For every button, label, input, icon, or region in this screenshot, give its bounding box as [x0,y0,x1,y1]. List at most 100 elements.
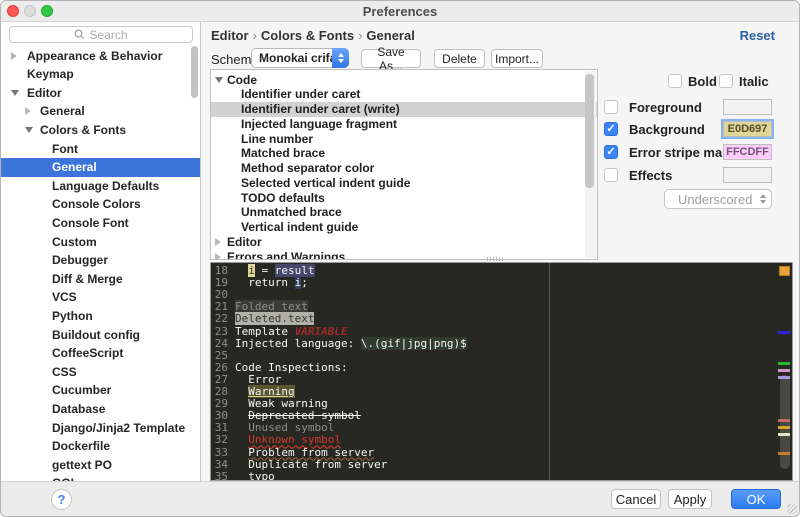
sidebar-item[interactable]: CoffeeScript [1,344,200,363]
sidebar-item-label: Debugger [52,253,109,268]
attribute-item[interactable]: Unmatched brace [211,205,597,220]
sidebar-item-label: Keymap [27,67,74,82]
import-button[interactable]: Import... [491,49,543,68]
help-button[interactable]: ? [51,489,72,510]
select-stepper-icon [760,194,766,204]
sidebar-item[interactable]: Python [1,306,200,325]
sidebar-item[interactable]: Diff & Merge [1,269,200,288]
sidebar-item[interactable]: General [1,157,200,177]
chevron-right-icon[interactable] [215,252,221,259]
attribute-item[interactable]: Matched brace [211,146,597,161]
attribute-item[interactable]: Identifier under caret (write) [211,101,597,117]
line-number: 23 [214,324,228,338]
foreground-swatch[interactable] [723,99,772,115]
attribute-item-label: Unmatched brace [241,205,342,220]
cancel-button[interactable]: Cancel [611,489,661,509]
background-checkbox[interactable]: ✓ [604,122,618,136]
sidebar-item-label: Custom [52,234,97,249]
foreground-label: Foreground [629,100,702,115]
breadcrumb-general: General [366,28,415,43]
sidebar-item[interactable]: Editor [1,83,200,102]
sidebar-item[interactable]: Debugger [1,251,200,270]
preview-segment-caret-write: i [248,264,255,277]
line-number: 24 [214,336,228,350]
apply-button[interactable]: Apply [668,489,712,509]
effects-swatch[interactable] [723,167,772,183]
preview-segment-error: Error [248,372,282,386]
line-number: 25 [214,348,228,362]
sidebar-item[interactable]: Colors & Fonts [1,120,200,139]
attribute-item[interactable]: Injected language fragment [211,116,597,131]
attribute-item-label: Editor [227,234,262,249]
search-input[interactable]: Search [9,26,193,43]
sidebar-scrollbar-thumb[interactable] [191,46,198,98]
sidebar-item[interactable]: Console Font [1,213,200,232]
sidebar-item[interactable]: Language Defaults [1,176,200,195]
background-label: Background [629,122,705,137]
error-stripe-mark [778,419,790,422]
sidebar-item[interactable]: Appearance & Behavior [1,46,200,65]
resize-grip[interactable] [787,504,797,514]
attribute-item[interactable]: Line number [211,131,597,146]
effects-label: Effects [629,168,673,183]
attribute-item-label: Identifier under caret [241,87,361,102]
delete-button[interactable]: Delete [434,49,485,68]
foreground-checkbox[interactable] [604,100,618,114]
sidebar-item-label: Appearance & Behavior [27,48,163,63]
error-stripe-column[interactable] [776,263,792,480]
main-content: Editor › Colors & Fonts › General Reset Sche… [202,22,799,481]
preview-segment-injected: \.(gif|jpg|png)$ [360,336,467,350]
breadcrumb-colors-fonts[interactable]: Colors & Fonts [261,28,354,43]
save-as-button[interactable]: Save As... [361,45,421,73]
error-stripe-mark [778,376,790,379]
attribute-item[interactable]: Editor [211,234,597,249]
error-stripe-swatch[interactable]: FFCDFF [723,144,772,160]
sidebar-item[interactable]: GQL [1,474,200,481]
attribute-item[interactable]: Identifier under caret [211,87,597,102]
attribute-item[interactable]: TODO defaults [211,190,597,205]
attribute-item-label: Code [227,72,257,87]
effects-checkbox[interactable] [604,168,618,182]
attribute-item[interactable]: Method separator color [211,161,597,176]
ok-button[interactable]: OK [731,489,781,509]
bold-checkbox[interactable] [668,74,682,88]
sidebar-item[interactable]: Font [1,139,200,158]
sidebar-item[interactable]: General [1,102,200,121]
sidebar-item[interactable]: CSS [1,362,200,381]
sidebar-item[interactable]: Console Colors [1,195,200,214]
attribute-item[interactable]: Vertical indent guide [211,220,597,235]
attribute-item[interactable]: Code [211,72,597,87]
sidebar-item[interactable]: Buildout config [1,325,200,344]
sidebar-item[interactable]: Django/Jinja2 Template [1,418,200,437]
sidebar-item[interactable]: Keymap [1,65,200,84]
attribute-scrollbar-thumb[interactable] [585,74,594,188]
error-stripe-checkbox[interactable]: ✓ [604,145,618,159]
sidebar-item[interactable]: Database [1,399,200,418]
chevron-down-icon[interactable] [11,89,19,96]
sidebar-item[interactable]: Custom [1,232,200,251]
scheme-select[interactable]: Monokai crifan [251,48,349,68]
background-swatch[interactable]: E0D697 [721,119,774,139]
attribute-item-label: Vertical indent guide [241,220,359,234]
titlebar: Preferences [1,1,799,22]
splitter-grip-icon[interactable] [487,257,503,261]
sidebar-item[interactable]: Cucumber [1,381,200,400]
sidebar-item[interactable]: gettext PO [1,455,200,474]
attribute-item[interactable]: Selected vertical indent guide [211,175,597,190]
line-number: 32 [214,433,228,447]
chevron-down-icon[interactable] [215,76,223,83]
attribute-item[interactable]: Errors and Warnings [211,249,597,259]
chevron-right-icon[interactable] [25,107,31,116]
chevron-right-icon[interactable] [11,51,17,60]
attribute-scrollbar-track[interactable] [585,71,596,258]
reset-link[interactable]: Reset [740,28,775,43]
sidebar-item[interactable]: Dockerfile [1,437,200,456]
italic-checkbox[interactable] [719,74,733,88]
sidebar-item-label: Cucumber [52,383,112,398]
chevron-right-icon[interactable] [215,237,221,246]
editor-preview[interactable]: 18 i = result 19 return i; 20 21 Folded text… [210,262,793,481]
chevron-down-icon[interactable] [25,126,33,133]
breadcrumb-editor[interactable]: Editor [211,28,249,43]
sidebar-item[interactable]: VCS [1,288,200,307]
breadcrumb-separator: › [252,28,257,43]
